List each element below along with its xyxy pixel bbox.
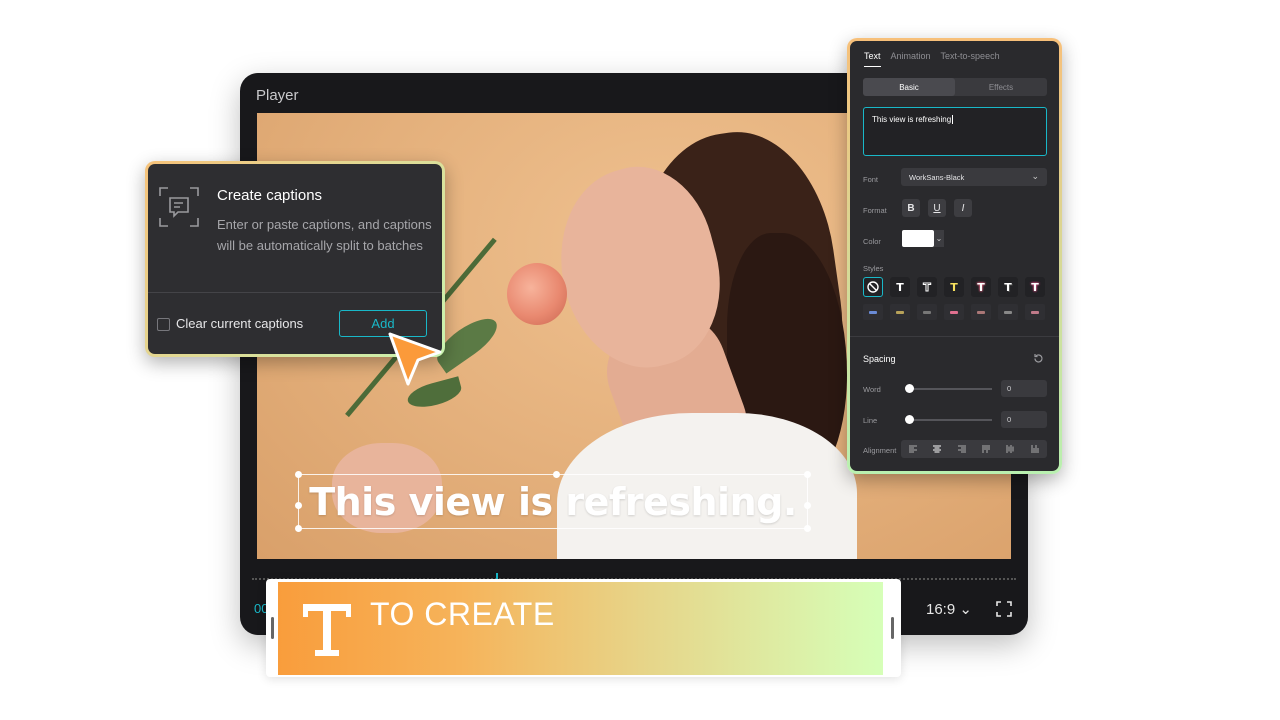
reset-icon[interactable] <box>1033 353 1044 364</box>
aspect-ratio-value: 16:9 <box>926 601 956 618</box>
format-label: Format <box>863 206 887 215</box>
text-properties-panel: Text Animation Text-to-speech Basic Effe… <box>847 38 1062 474</box>
underline-button[interactable]: U <box>928 199 946 217</box>
style-yellow[interactable]: T <box>944 277 964 297</box>
text-styles-row: T T T T T T <box>863 277 1045 297</box>
panel-tabs: Text Animation Text-to-speech <box>864 51 1000 67</box>
color-swatch[interactable] <box>902 230 934 247</box>
resize-handle[interactable] <box>553 471 560 478</box>
tab-animation[interactable]: Animation <box>891 51 931 67</box>
style-pink-shadow[interactable]: T <box>971 277 991 297</box>
popup-title: Create captions <box>217 187 323 204</box>
captions-icon <box>159 187 199 227</box>
line-spacing-input[interactable]: 0 <box>1001 411 1047 428</box>
style-preset[interactable] <box>944 304 964 320</box>
fullscreen-icon[interactable] <box>996 601 1012 617</box>
divider <box>850 336 1059 337</box>
popup-description: Enter or paste captions, and captions wi… <box>217 217 432 253</box>
text-styles-row-2 <box>863 304 1045 320</box>
caption-text[interactable]: This view is refreshing. <box>309 480 797 524</box>
resize-handle[interactable] <box>804 471 811 478</box>
style-outline[interactable]: T <box>917 277 937 297</box>
text-t-icon <box>303 604 351 656</box>
cursor-arrow-icon <box>388 332 442 386</box>
text-cursor <box>952 115 954 124</box>
align-left-icon[interactable] <box>908 444 918 454</box>
word-spacing-slider[interactable] <box>910 388 992 390</box>
italic-button[interactable]: I <box>954 199 972 217</box>
alignment-toolbar <box>901 440 1047 458</box>
style-preset[interactable] <box>863 304 883 320</box>
text-track-body[interactable]: TO CREATE <box>278 582 883 675</box>
align-right-icon[interactable] <box>957 444 967 454</box>
chevron-down-icon: ⌄ <box>959 601 972 618</box>
alignment-label: Alignment <box>863 446 897 455</box>
word-spacing-label: Word <box>863 385 881 394</box>
caption-textarea-value: This view is refreshing <box>872 115 952 124</box>
word-spacing-knob[interactable] <box>905 384 914 393</box>
font-label: Font <box>863 175 879 184</box>
style-drop-shadow[interactable]: T <box>998 277 1018 297</box>
basic-effects-toggle: Basic Effects <box>863 78 1047 96</box>
resize-handle[interactable] <box>804 525 811 532</box>
resize-handle[interactable] <box>804 501 811 509</box>
chevron-down-icon: ⌄ <box>1031 171 1039 181</box>
style-preset[interactable] <box>998 304 1018 320</box>
tab-text[interactable]: Text <box>864 51 881 67</box>
no-style-icon <box>867 281 879 293</box>
segment-basic[interactable]: Basic <box>863 78 955 96</box>
caption-textarea[interactable]: This view is refreshing <box>863 107 1047 156</box>
font-select[interactable]: WorkSans-Black ⌄ <box>901 168 1047 186</box>
line-spacing-label: Line <box>863 416 878 425</box>
resize-handle[interactable] <box>295 471 302 478</box>
bold-button[interactable]: B <box>902 199 920 217</box>
align-bottom-icon[interactable] <box>1030 444 1040 454</box>
clear-captions-label[interactable]: Clear current captions <box>176 316 303 331</box>
style-preset[interactable] <box>890 304 910 320</box>
chevron-down-icon[interactable]: ⌄ <box>934 230 944 247</box>
style-preset[interactable] <box>971 304 991 320</box>
align-top-icon[interactable] <box>981 444 991 454</box>
divider <box>148 292 442 293</box>
create-captions-popup: Create captions Enter or paste captions,… <box>145 161 445 357</box>
style-plain[interactable]: T <box>890 277 910 297</box>
color-label: Color <box>863 237 881 246</box>
line-spacing-slider[interactable] <box>910 419 992 421</box>
spacing-heading: Spacing <box>863 354 896 364</box>
resize-handle[interactable] <box>295 525 302 532</box>
video-rose <box>507 263 567 325</box>
style-preset[interactable] <box>917 304 937 320</box>
segment-effects[interactable]: Effects <box>955 78 1047 96</box>
track-label: TO CREATE <box>370 596 555 632</box>
trim-handle-right[interactable] <box>891 617 894 639</box>
aspect-ratio-dropdown[interactable]: 16:9 ⌄ <box>926 600 972 618</box>
style-magenta-glow[interactable]: T <box>1025 277 1045 297</box>
font-select-value: WorkSans-Black <box>909 173 965 182</box>
align-middle-icon[interactable] <box>1005 444 1015 454</box>
style-none[interactable] <box>863 277 883 297</box>
trim-handle-left[interactable] <box>271 617 274 639</box>
clear-captions-checkbox[interactable] <box>157 318 170 331</box>
styles-label: Styles <box>863 264 884 273</box>
align-center-icon[interactable] <box>932 444 942 454</box>
text-track-clip[interactable]: TO CREATE <box>266 579 901 677</box>
word-spacing-input[interactable]: 0 <box>1001 380 1047 397</box>
tab-text-to-speech[interactable]: Text-to-speech <box>941 51 1000 67</box>
style-preset[interactable] <box>1025 304 1045 320</box>
line-spacing-knob[interactable] <box>905 415 914 424</box>
player-title: Player <box>256 87 299 104</box>
caption-text-box[interactable]: This view is refreshing. <box>295 471 811 532</box>
resize-handle[interactable] <box>295 501 302 509</box>
